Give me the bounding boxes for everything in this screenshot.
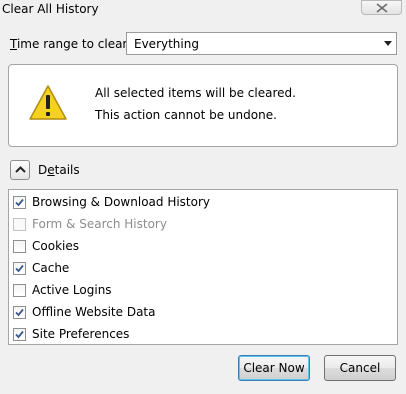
item-label: Browsing & Download History [32,195,211,209]
list-item-form-search-history[interactable]: Form & Search History [12,215,392,233]
item-label: Cache [32,261,70,275]
details-label[interactable]: Details [38,163,80,177]
time-range-label: Time range to clear: [10,37,131,51]
item-label: Active Logins [32,283,112,297]
time-range-accesskey: T [10,37,17,51]
list-item-offline-website-data[interactable]: Offline Website Data [12,303,392,321]
list-item-site-preferences[interactable]: Site Preferences [12,325,392,343]
time-range-label-text: ime range to clear: [16,37,132,51]
close-button[interactable] [361,0,402,15]
details-label-text: tails [54,163,80,177]
checkbox-site-preferences[interactable] [13,328,26,341]
checkbox-form-search-history[interactable] [13,218,26,231]
checkbox-active-logins[interactable] [13,284,26,297]
item-label: Cookies [32,239,79,253]
checkbox-browsing-history[interactable] [13,196,26,209]
warning-icon [29,85,67,120]
checkmark-icon [15,308,24,317]
list-item-cookies[interactable]: Cookies [12,237,392,255]
details-label-prefix: D [38,163,48,177]
time-range-select[interactable]: Everything [126,32,397,55]
close-icon [376,3,388,13]
details-accesskey: e [47,163,55,177]
list-item-browsing-history[interactable]: Browsing & Download History [12,193,392,211]
chevron-down-icon [384,41,392,46]
checkbox-offline-website-data[interactable] [13,306,26,319]
checkbox-cookies[interactable] [13,240,26,253]
list-item-cache[interactable]: Cache [12,259,392,277]
window-title: Clear All History [2,2,99,16]
cancel-button[interactable]: Cancel [324,355,396,381]
checkmark-icon [15,198,24,207]
chevron-up-icon [15,166,26,173]
items-list: Browsing & Download History Form & Searc… [8,189,398,345]
warning-text-line2: This action cannot be undone. [95,108,277,122]
item-label: Offline Website Data [32,305,156,319]
list-item-active-logins[interactable]: Active Logins [12,281,392,299]
checkmark-icon [15,264,24,273]
warning-box: All selected items will be cleared. This… [8,64,398,147]
checkmark-icon [15,330,24,339]
time-range-value: Everything [134,37,199,51]
checkbox-cache[interactable] [13,262,26,275]
warning-text-line1: All selected items will be cleared. [95,86,296,100]
item-label: Form & Search History [32,217,167,231]
title-bar: Clear All History [0,0,406,20]
clear-now-button[interactable]: Clear Now [238,355,310,381]
details-toggle-button[interactable] [10,160,30,180]
item-label: Site Preferences [32,327,130,341]
